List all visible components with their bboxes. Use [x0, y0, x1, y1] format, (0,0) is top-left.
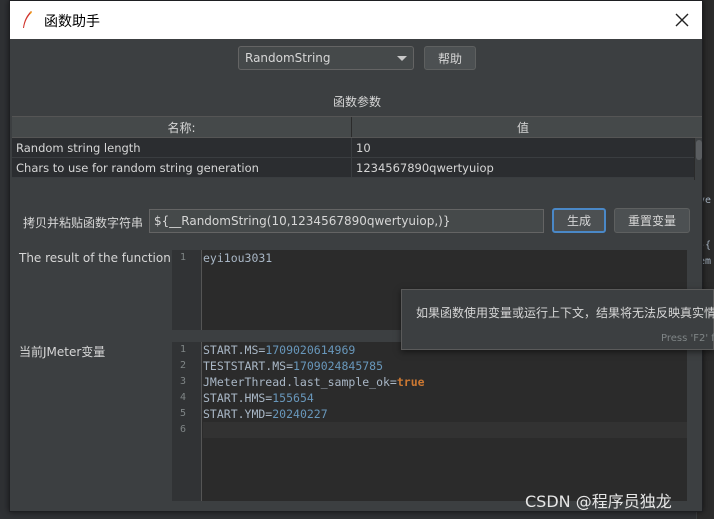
jmeter-variables-editor[interactable]: 1 2 3 4 5 6 START.MS=1709020614969 TESTS… — [172, 342, 687, 501]
chevron-down-icon — [397, 56, 407, 61]
variable-line: START.YMD=20240227 — [203, 407, 328, 421]
variable-line: START.HMS=155654 — [203, 391, 314, 405]
params-table: 名称: 值 Random string length 10 Chars to u… — [12, 116, 702, 180]
param-value-cell[interactable]: 10 — [352, 138, 694, 157]
variable-line: TESTSTART.MS=1709024845785 — [203, 359, 384, 373]
function-dropdown[interactable]: RandomString — [238, 46, 414, 70]
line-number: 6 — [179, 424, 187, 435]
tooltip-hint: Press 'F2' f — [661, 333, 714, 344]
function-helper-dialog: 函数助手 RandomString 帮助 函数参数 名称: 值 Random s… — [9, 0, 703, 512]
table-row[interactable]: Chars to use for random string generatio… — [12, 158, 702, 178]
line-number: 4 — [179, 392, 187, 403]
copy-string-label: 拷贝并粘贴函数字符串 — [23, 216, 144, 230]
function-selector-row: RandomString 帮助 — [238, 46, 476, 70]
param-name-cell[interactable]: Random string length — [12, 138, 352, 157]
params-section-title: 函数参数 — [332, 95, 381, 109]
scrollbar-thumb[interactable] — [696, 140, 702, 160]
close-icon[interactable] — [672, 10, 692, 30]
line-number-gutter: 1 — [172, 250, 202, 330]
window-title: 函数助手 — [44, 14, 100, 30]
param-name-cell[interactable]: Chars to use for random string generatio… — [12, 158, 352, 177]
line-number: 5 — [179, 408, 187, 419]
variable-line: START.MS=1709020614969 — [203, 343, 356, 357]
line-number: 1 — [179, 252, 187, 263]
table-row[interactable]: Random string length 10 — [12, 138, 702, 158]
column-header-value[interactable]: 值 — [352, 117, 694, 137]
params-table-body: Random string length 10 Chars to use for… — [12, 138, 702, 180]
function-dropdown-value: RandomString — [245, 51, 331, 65]
line-number-gutter: 1 2 3 4 5 6 — [172, 342, 202, 501]
result-value: eyi1ou3031 — [203, 251, 273, 265]
variable-line: JMeterThread.last_sample_ok=true — [203, 375, 425, 389]
param-value-cell[interactable]: 1234567890qwertyuiop — [352, 158, 694, 177]
help-button[interactable]: 帮助 — [424, 46, 476, 70]
title-bar: 函数助手 — [10, 1, 702, 39]
line-number: 1 — [179, 344, 187, 355]
function-string-field[interactable]: ${__RandomString(10,1234567890qwertyuiop… — [149, 209, 544, 233]
copy-function-row: 拷贝并粘贴函数字符串 ${__RandomString(10,123456789… — [10, 208, 704, 234]
jmeter-variables-label: 当前JMeter变量 — [19, 345, 106, 359]
jmeter-feather-icon — [23, 11, 32, 28]
generate-button[interactable]: 生成 — [552, 208, 606, 233]
line-number: 2 — [179, 360, 187, 371]
params-table-header: 名称: 值 — [12, 116, 702, 138]
line-number: 3 — [179, 376, 187, 387]
watermark: CSDN @程序员独龙 — [525, 492, 672, 511]
params-table-scrollbar[interactable] — [694, 138, 702, 180]
tooltip-text: 如果函数使用变量或运行上下文，结果将无法反映真实情 — [416, 306, 714, 320]
column-header-name[interactable]: 名称: — [12, 117, 352, 137]
warning-tooltip: 如果函数使用变量或运行上下文，结果将无法反映真实情 Press 'F2' f — [401, 289, 714, 350]
current-line-highlight — [203, 422, 687, 438]
reset-variables-button[interactable]: 重置变量 — [614, 208, 690, 233]
result-label: The result of the function is — [19, 251, 185, 265]
